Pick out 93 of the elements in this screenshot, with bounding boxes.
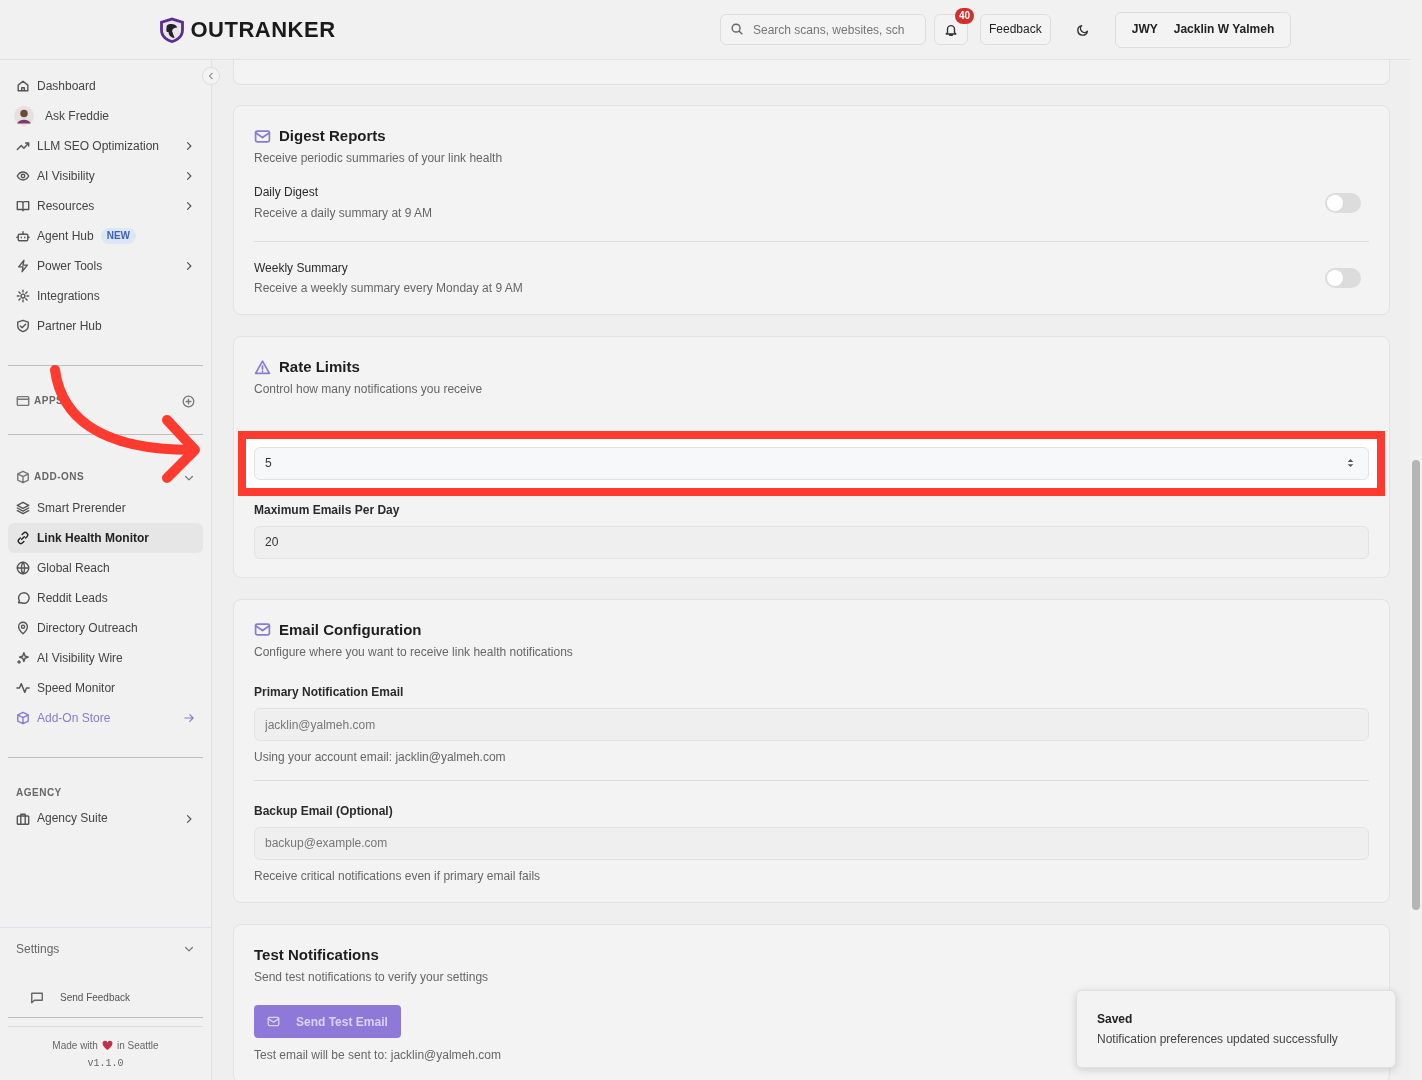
arrow-right-icon bbox=[183, 712, 195, 724]
sidebar-item[interactable]: Partner Hub bbox=[8, 311, 203, 341]
card-title: Test Notifications bbox=[254, 945, 379, 965]
version-text: v1.1.0 bbox=[86, 1056, 125, 1070]
mail-icon bbox=[254, 621, 271, 639]
cube-icon bbox=[16, 711, 30, 725]
footer-text: in Seattle bbox=[116, 1039, 159, 1053]
section-title: ADD-ONS bbox=[34, 470, 86, 484]
sidebar-item[interactable]: Dashboard bbox=[8, 71, 203, 101]
search-field[interactable]: Search scans, websites, sch bbox=[720, 14, 926, 45]
bell-icon bbox=[944, 23, 958, 38]
scrollbar-thumb[interactable] bbox=[1412, 460, 1420, 910]
sparkle-icon bbox=[16, 651, 30, 665]
sidebar-item[interactable]: Speed Monitor bbox=[8, 673, 203, 703]
globe-icon bbox=[16, 561, 30, 575]
card-title: Digest Reports bbox=[279, 126, 386, 146]
spinner-icon bbox=[1346, 456, 1355, 469]
home-icon bbox=[16, 79, 30, 93]
sidebar-item[interactable]: Directory Outreach bbox=[8, 613, 203, 643]
card-subtitle: Control how many notifications you receive bbox=[254, 381, 483, 398]
sidebar-item[interactable]: Resources bbox=[8, 191, 203, 221]
settings-toggle[interactable]: Settings bbox=[0, 928, 211, 970]
search-icon bbox=[730, 22, 744, 36]
cube-icon bbox=[16, 470, 30, 484]
email-field[interactable]: jacklin@yalmeh.com bbox=[254, 708, 1369, 742]
sidebar-item[interactable]: Integrations bbox=[8, 281, 203, 311]
gear-icon bbox=[16, 289, 30, 303]
warning-icon bbox=[254, 358, 271, 376]
book-icon bbox=[16, 199, 30, 213]
sidebar-item[interactable]: Link Health Monitor bbox=[8, 523, 203, 553]
sidebar-item[interactable]: Global Reach bbox=[8, 553, 203, 583]
user-initials: JWY bbox=[1131, 21, 1158, 38]
sidebar-item[interactable]: AI Visibility Wire bbox=[8, 643, 203, 673]
trend-icon bbox=[16, 139, 30, 153]
chat-icon bbox=[16, 591, 30, 605]
sidebar-item[interactable]: Agency Suite bbox=[8, 803, 203, 834]
sidebar-item[interactable]: Agent Hub NEW bbox=[8, 221, 203, 251]
field-label: Backup Email (Optional) bbox=[254, 802, 393, 819]
link-icon bbox=[16, 531, 30, 545]
chat-icon bbox=[30, 990, 44, 1005]
sidebar-item[interactable]: AI Visibility bbox=[8, 161, 203, 191]
card-subtitle: Send test notifications to verify your settings bbox=[254, 969, 489, 986]
number-field[interactable]: 20 bbox=[254, 525, 1369, 559]
card-subtitle: Configure where you want to receive link health notifications bbox=[254, 644, 573, 661]
avatar-icon bbox=[14, 106, 34, 126]
handshake-icon bbox=[16, 319, 30, 333]
field-label: Maximum Emails Per Day bbox=[254, 501, 400, 518]
setting-label: Weekly Summary bbox=[254, 259, 348, 276]
email-field[interactable]: backup@example.com bbox=[254, 826, 1369, 860]
field-label: Primary Notification Email bbox=[254, 684, 404, 701]
sidebar-item[interactable]: Ask Freddie bbox=[8, 101, 203, 131]
shield-logo-icon bbox=[158, 15, 187, 44]
briefcase-icon bbox=[16, 811, 30, 826]
logo-text: OUTRANKER bbox=[190, 15, 336, 44]
sidebar-item[interactable]: Reddit Leads bbox=[8, 583, 203, 613]
card-subtitle: Receive periodic summaries of your link health bbox=[254, 150, 503, 167]
mail-icon bbox=[254, 127, 271, 145]
chevron-left-icon bbox=[206, 71, 216, 81]
test-email-note: Test email will be sent to: jacklin@yalmeh.com bbox=[254, 1047, 501, 1064]
layers-icon bbox=[16, 501, 30, 515]
toast-message: Notification preferences updated successfully bbox=[1097, 1031, 1339, 1048]
footer-text: Made with bbox=[52, 1039, 98, 1053]
sidebar-item[interactable]: Smart Prerender bbox=[8, 493, 203, 523]
notification-count: 40 bbox=[954, 8, 974, 24]
sidebar-item[interactable]: LLM SEO Optimization bbox=[8, 131, 203, 161]
pulse-icon bbox=[16, 681, 30, 695]
field-hint: Receive critical notifications even if primary email fails bbox=[254, 867, 541, 884]
new-badge: NEW bbox=[100, 228, 137, 244]
setting-description: Receive a weekly summary every Monday at 9 AM bbox=[254, 280, 523, 297]
eye-icon bbox=[16, 169, 30, 183]
user-name: Jacklin W Yalmeh bbox=[1173, 21, 1275, 38]
card-title: Rate Limits bbox=[279, 357, 360, 378]
number-field[interactable]: 5 bbox=[254, 446, 1369, 480]
toggle-switch[interactable] bbox=[1325, 192, 1361, 213]
user-menu-button[interactable]: JWY Jacklin W Yalmeh bbox=[1114, 11, 1292, 48]
field-hint: Using your account email: jacklin@yalmeh.com bbox=[254, 749, 506, 766]
moon-icon bbox=[1075, 23, 1090, 38]
plus-circle-icon bbox=[182, 395, 195, 409]
sidebar-item[interactable]: Power Tools bbox=[8, 251, 203, 281]
bolt-icon bbox=[16, 259, 30, 273]
toast-title: Saved bbox=[1097, 1011, 1134, 1028]
card-title: Email Configuration bbox=[279, 619, 422, 640]
mail-icon bbox=[267, 1015, 280, 1029]
window-icon bbox=[16, 394, 30, 408]
heart-icon bbox=[101, 1040, 113, 1052]
send-feedback-button[interactable]: Send Feedback bbox=[18, 984, 143, 1011]
setting-label: Daily Digest bbox=[254, 184, 319, 201]
pin-icon bbox=[16, 621, 30, 635]
robot-icon bbox=[16, 229, 30, 243]
section-title: AGENCY bbox=[15, 786, 63, 800]
feedback-button[interactable]: Feedback bbox=[980, 14, 1051, 45]
toggle-switch[interactable] bbox=[1325, 268, 1361, 288]
setting-description: Receive a daily summary at 9 AM bbox=[254, 204, 433, 221]
